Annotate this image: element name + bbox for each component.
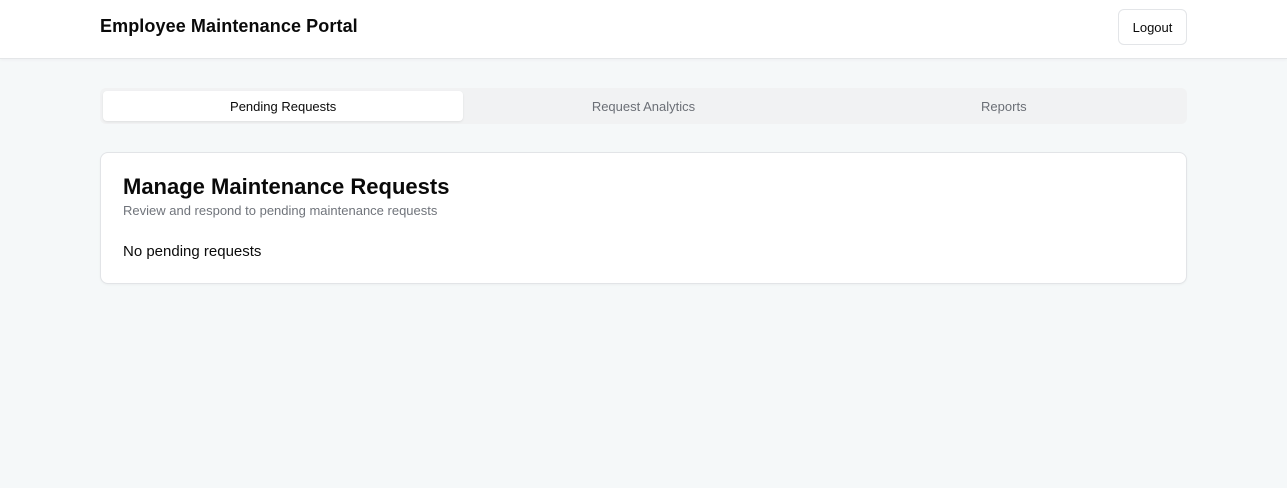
tab-list: Pending Requests Request Analytics Repor…	[100, 88, 1187, 124]
card-title: Manage Maintenance Requests	[123, 174, 450, 199]
app-title: Employee Maintenance Portal	[100, 16, 358, 36]
app-header: Employee Maintenance Portal Logout	[0, 0, 1287, 59]
logout-button[interactable]: Logout	[1118, 9, 1187, 45]
tab-request-analytics[interactable]: Request Analytics	[463, 91, 823, 121]
card-subtitle: Review and respond to pending maintenanc…	[123, 203, 438, 218]
maintenance-requests-card: Manage Maintenance Requests Review and r…	[100, 152, 1187, 284]
tab-pending-requests[interactable]: Pending Requests	[103, 91, 464, 121]
tab-reports[interactable]: Reports	[824, 91, 1184, 121]
empty-state-message: No pending requests	[123, 243, 262, 260]
